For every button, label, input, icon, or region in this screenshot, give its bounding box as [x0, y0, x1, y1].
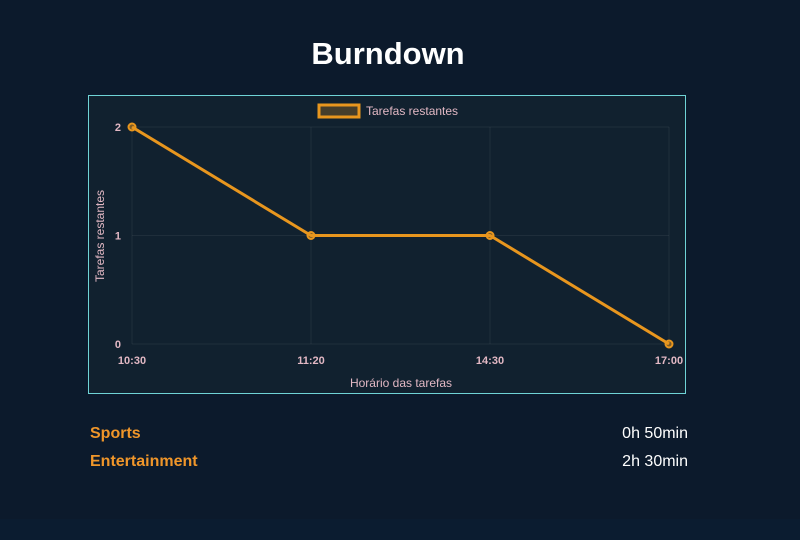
x-tick-label: 17:00 [655, 355, 683, 367]
y-axis-title: Tarefas restantes [93, 190, 107, 282]
bottom-strip [0, 519, 800, 540]
summary-row-entertainment: Entertainment 2h 30min [90, 448, 688, 476]
x-tick-label: 14:30 [476, 355, 504, 367]
legend[interactable]: Tarefas restantes [317, 103, 458, 119]
tick-layer: 10:30 11:20 14:30 17:00 0 1 2 [115, 122, 683, 367]
summary-list: Sports 0h 50min Entertainment 2h 30min [90, 420, 688, 476]
summary-value: 2h 30min [622, 453, 688, 470]
y-tick-label: 1 [115, 231, 121, 243]
x-axis-title: Horário das tarefas [350, 376, 452, 390]
data-point [306, 231, 316, 240]
data-point [127, 122, 137, 132]
data-point [485, 231, 495, 240]
summary-label: Sports [90, 425, 141, 442]
burndown-chart: 10:30 11:20 14:30 17:00 0 1 2 Tarefas restante… [88, 95, 686, 394]
summary-value: 0h 50min [622, 425, 688, 442]
y-tick-label: 0 [115, 339, 121, 351]
x-tick-label: 11:20 [297, 355, 325, 367]
legend-swatch [317, 103, 361, 119]
page: Burndown 10:30 11:20 14:30 17:00 0 1 2 Tarefas… [0, 0, 800, 540]
x-tick-label: 10:30 [118, 355, 146, 367]
legend-label: Tarefas restantes [366, 104, 458, 118]
chart-canvas: 10:30 11:20 14:30 17:00 0 1 2 Tarefas restante… [93, 103, 683, 390]
summary-label: Entertainment [90, 453, 198, 470]
page-title: Burndown [311, 36, 465, 71]
data-point [664, 339, 674, 349]
y-tick-label: 2 [115, 122, 121, 134]
summary-row-sports: Sports 0h 50min [90, 420, 688, 448]
